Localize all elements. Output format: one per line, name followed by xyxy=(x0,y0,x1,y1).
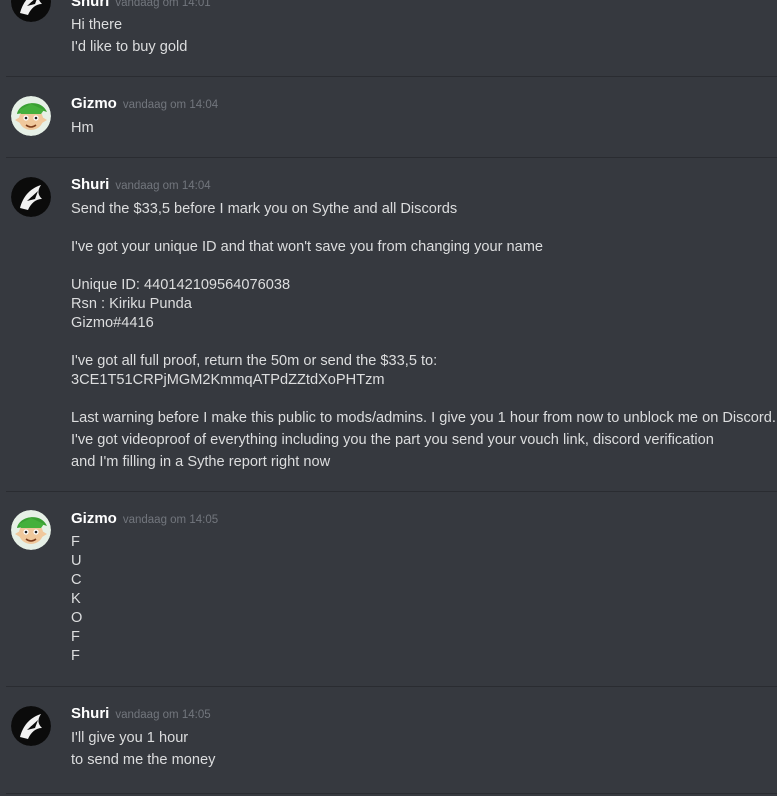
shuri-avatar[interactable] xyxy=(11,0,51,22)
message-timestamp: vandaag om 14:05 xyxy=(122,514,219,526)
message-header: Shuri vandaag om 14:05 xyxy=(71,705,211,725)
author-name[interactable]: Gizmo xyxy=(71,510,117,527)
message-line: Last warning before I make this public t… xyxy=(71,410,776,426)
message-line: O xyxy=(71,610,83,626)
message-line: Unique ID: 440142109564076038 xyxy=(71,277,291,293)
message-header: Gizmo vandaag om 14:04 xyxy=(71,95,218,115)
message-line: I'd like to buy gold xyxy=(71,39,188,55)
message-line: I've got your unique ID and that won't s… xyxy=(71,239,544,255)
message-timestamp: vandaag om 14:04 xyxy=(122,99,219,111)
message-line: F xyxy=(71,648,80,664)
gizmo-avatar[interactable] xyxy=(11,510,51,550)
message-line: and I'm filling in a Sythe report right … xyxy=(71,454,331,470)
shuri-avatar[interactable] xyxy=(11,177,51,217)
author-name[interactable]: Shuri xyxy=(71,0,109,10)
message-timestamp: vandaag om 14:04 xyxy=(115,180,211,192)
message-divider xyxy=(6,76,777,77)
message-line: I've got all full proof, return the 50m … xyxy=(71,353,438,369)
chat-message-list: Shuri vandaag om 14:01 Hi there I'd like… xyxy=(0,0,777,796)
message-line: I've got videoproof of everything includ… xyxy=(71,432,714,448)
author-name[interactable]: Gizmo xyxy=(71,95,117,112)
message-divider xyxy=(6,793,777,794)
message-line: Hm xyxy=(71,120,94,136)
message-line: Rsn : Kiriku Punda xyxy=(71,296,192,312)
gizmo-avatar[interactable] xyxy=(11,96,51,136)
message-line: Hi there xyxy=(71,17,123,33)
message-line: Gizmo#4416 xyxy=(71,315,154,331)
message-divider xyxy=(6,157,777,158)
message-divider xyxy=(6,491,777,492)
message-line: 3CE1T51CRPjMGM2KmmqATPdZZtdXoPHTzm xyxy=(71,372,385,388)
message-line: U xyxy=(71,553,82,569)
message-line: K xyxy=(71,591,81,607)
shuri-avatar[interactable] xyxy=(11,706,51,746)
message-line: F xyxy=(71,629,80,645)
message-line: C xyxy=(71,572,82,588)
message-header: Gizmo vandaag om 14:05 xyxy=(71,510,218,530)
message-line: to send me the money xyxy=(71,752,216,768)
message-line: F xyxy=(71,534,80,550)
message-timestamp: vandaag om 14:01 xyxy=(115,0,211,9)
message-header: Shuri vandaag om 14:04 xyxy=(71,176,211,196)
message-timestamp: vandaag om 14:05 xyxy=(115,709,211,721)
author-name[interactable]: Shuri xyxy=(71,176,109,193)
message-header: Shuri vandaag om 14:01 xyxy=(71,0,211,13)
message-line: Send the $33,5 before I mark you on Syth… xyxy=(71,201,458,217)
message-line: I'll give you 1 hour xyxy=(71,730,189,746)
message-divider xyxy=(6,686,777,687)
author-name[interactable]: Shuri xyxy=(71,705,109,722)
